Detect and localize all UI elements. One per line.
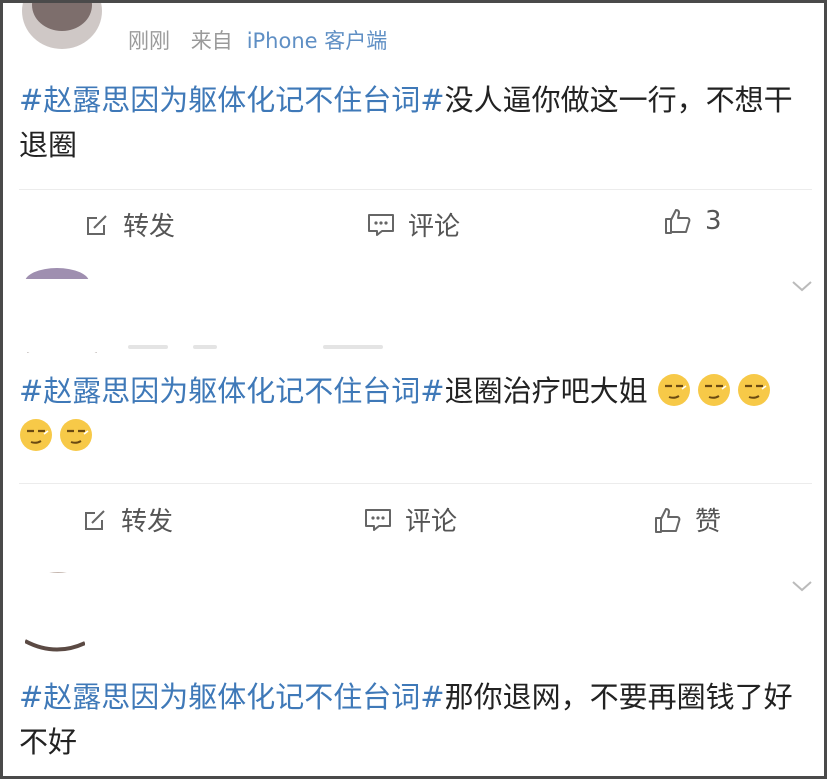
comment-button[interactable]: 评论 xyxy=(363,501,457,538)
chat-bubble-icon xyxy=(363,506,393,534)
screenshot-frame: 刚刚 来自 iPhone 客户端 #赵露思因为躯体化记不住台词#没人逼你做这一行，… xyxy=(0,0,827,779)
avatar-fragment xyxy=(27,345,97,353)
chevron-down-icon[interactable] xyxy=(790,277,814,299)
comment-label: 评论 xyxy=(405,507,458,537)
source-prefix: 来自 xyxy=(190,29,233,53)
like-button[interactable]: 3 xyxy=(663,206,722,236)
repost-label: 转发 xyxy=(121,507,174,537)
smirk-emoji xyxy=(59,418,93,452)
comment-button[interactable]: 评论 xyxy=(366,206,460,243)
topic-link[interactable]: #赵露思因为躯体化记不住台词# xyxy=(19,83,445,117)
post-meta: 刚刚 来自 iPhone 客户端 xyxy=(128,25,387,55)
action-bar: 转发 评论 赞 xyxy=(3,501,824,541)
divider xyxy=(19,483,812,484)
thumbs-up-icon xyxy=(663,206,693,236)
avatar[interactable] xyxy=(33,565,83,573)
smirk-emoji xyxy=(737,373,771,407)
like-label: 赞 xyxy=(695,507,722,537)
divider xyxy=(19,189,812,190)
post-text: 退圈治疗吧大姐 xyxy=(444,374,648,408)
repost-button[interactable]: 转发 xyxy=(83,206,175,243)
repost-button[interactable]: 转发 xyxy=(81,501,173,538)
smirk-emoji xyxy=(697,373,731,407)
post-content: #赵露思因为躯体化记不住台词#那你退网，不要再圈钱了好不好 xyxy=(19,675,800,765)
obscured-meta xyxy=(128,345,168,349)
avatar[interactable] xyxy=(25,265,89,279)
thumbs-up-icon xyxy=(653,505,683,535)
edit-square-icon xyxy=(83,211,111,239)
weibo-comment-1: 刚刚 来自 iPhone 客户端 #赵露思因为躯体化记不住台词#没人逼你做这一行，… xyxy=(3,3,824,263)
topic-link[interactable]: #赵露思因为躯体化记不住台词# xyxy=(19,374,445,408)
weibo-comment-2: #赵露思因为躯体化记不住台词#退圈治疗吧大姐 转发 评论 赞 xyxy=(3,265,824,561)
chat-bubble-icon xyxy=(366,211,396,239)
action-bar: 转发 评论 3 xyxy=(3,206,824,246)
avatar[interactable] xyxy=(21,3,103,51)
like-count: 3 xyxy=(705,206,722,236)
edit-square-icon xyxy=(81,506,109,534)
weibo-comment-3: #赵露思因为躯体化记不住台词#那你退网，不要再圈钱了好不好 xyxy=(3,561,824,776)
chevron-down-icon[interactable] xyxy=(790,577,814,599)
post-content: #赵露思因为躯体化记不住台词#退圈治疗吧大姐 xyxy=(19,369,800,459)
avatar-fragment xyxy=(25,637,85,653)
topic-link[interactable]: #赵露思因为躯体化记不住台词# xyxy=(19,680,445,714)
comment-label: 评论 xyxy=(408,212,461,242)
obscured-meta xyxy=(323,345,383,349)
smirk-emoji xyxy=(19,418,53,452)
smirk-emoji xyxy=(657,373,691,407)
post-source: 来自 iPhone 客户端 xyxy=(191,29,388,53)
source-device[interactable]: iPhone 客户端 xyxy=(247,29,388,53)
repost-label: 转发 xyxy=(123,212,176,242)
post-content: #赵露思因为躯体化记不住台词#没人逼你做这一行，不想干退圈 xyxy=(19,78,800,168)
obscured-meta xyxy=(193,345,217,349)
like-button[interactable]: 赞 xyxy=(653,501,721,538)
post-time: 刚刚 xyxy=(128,29,170,53)
